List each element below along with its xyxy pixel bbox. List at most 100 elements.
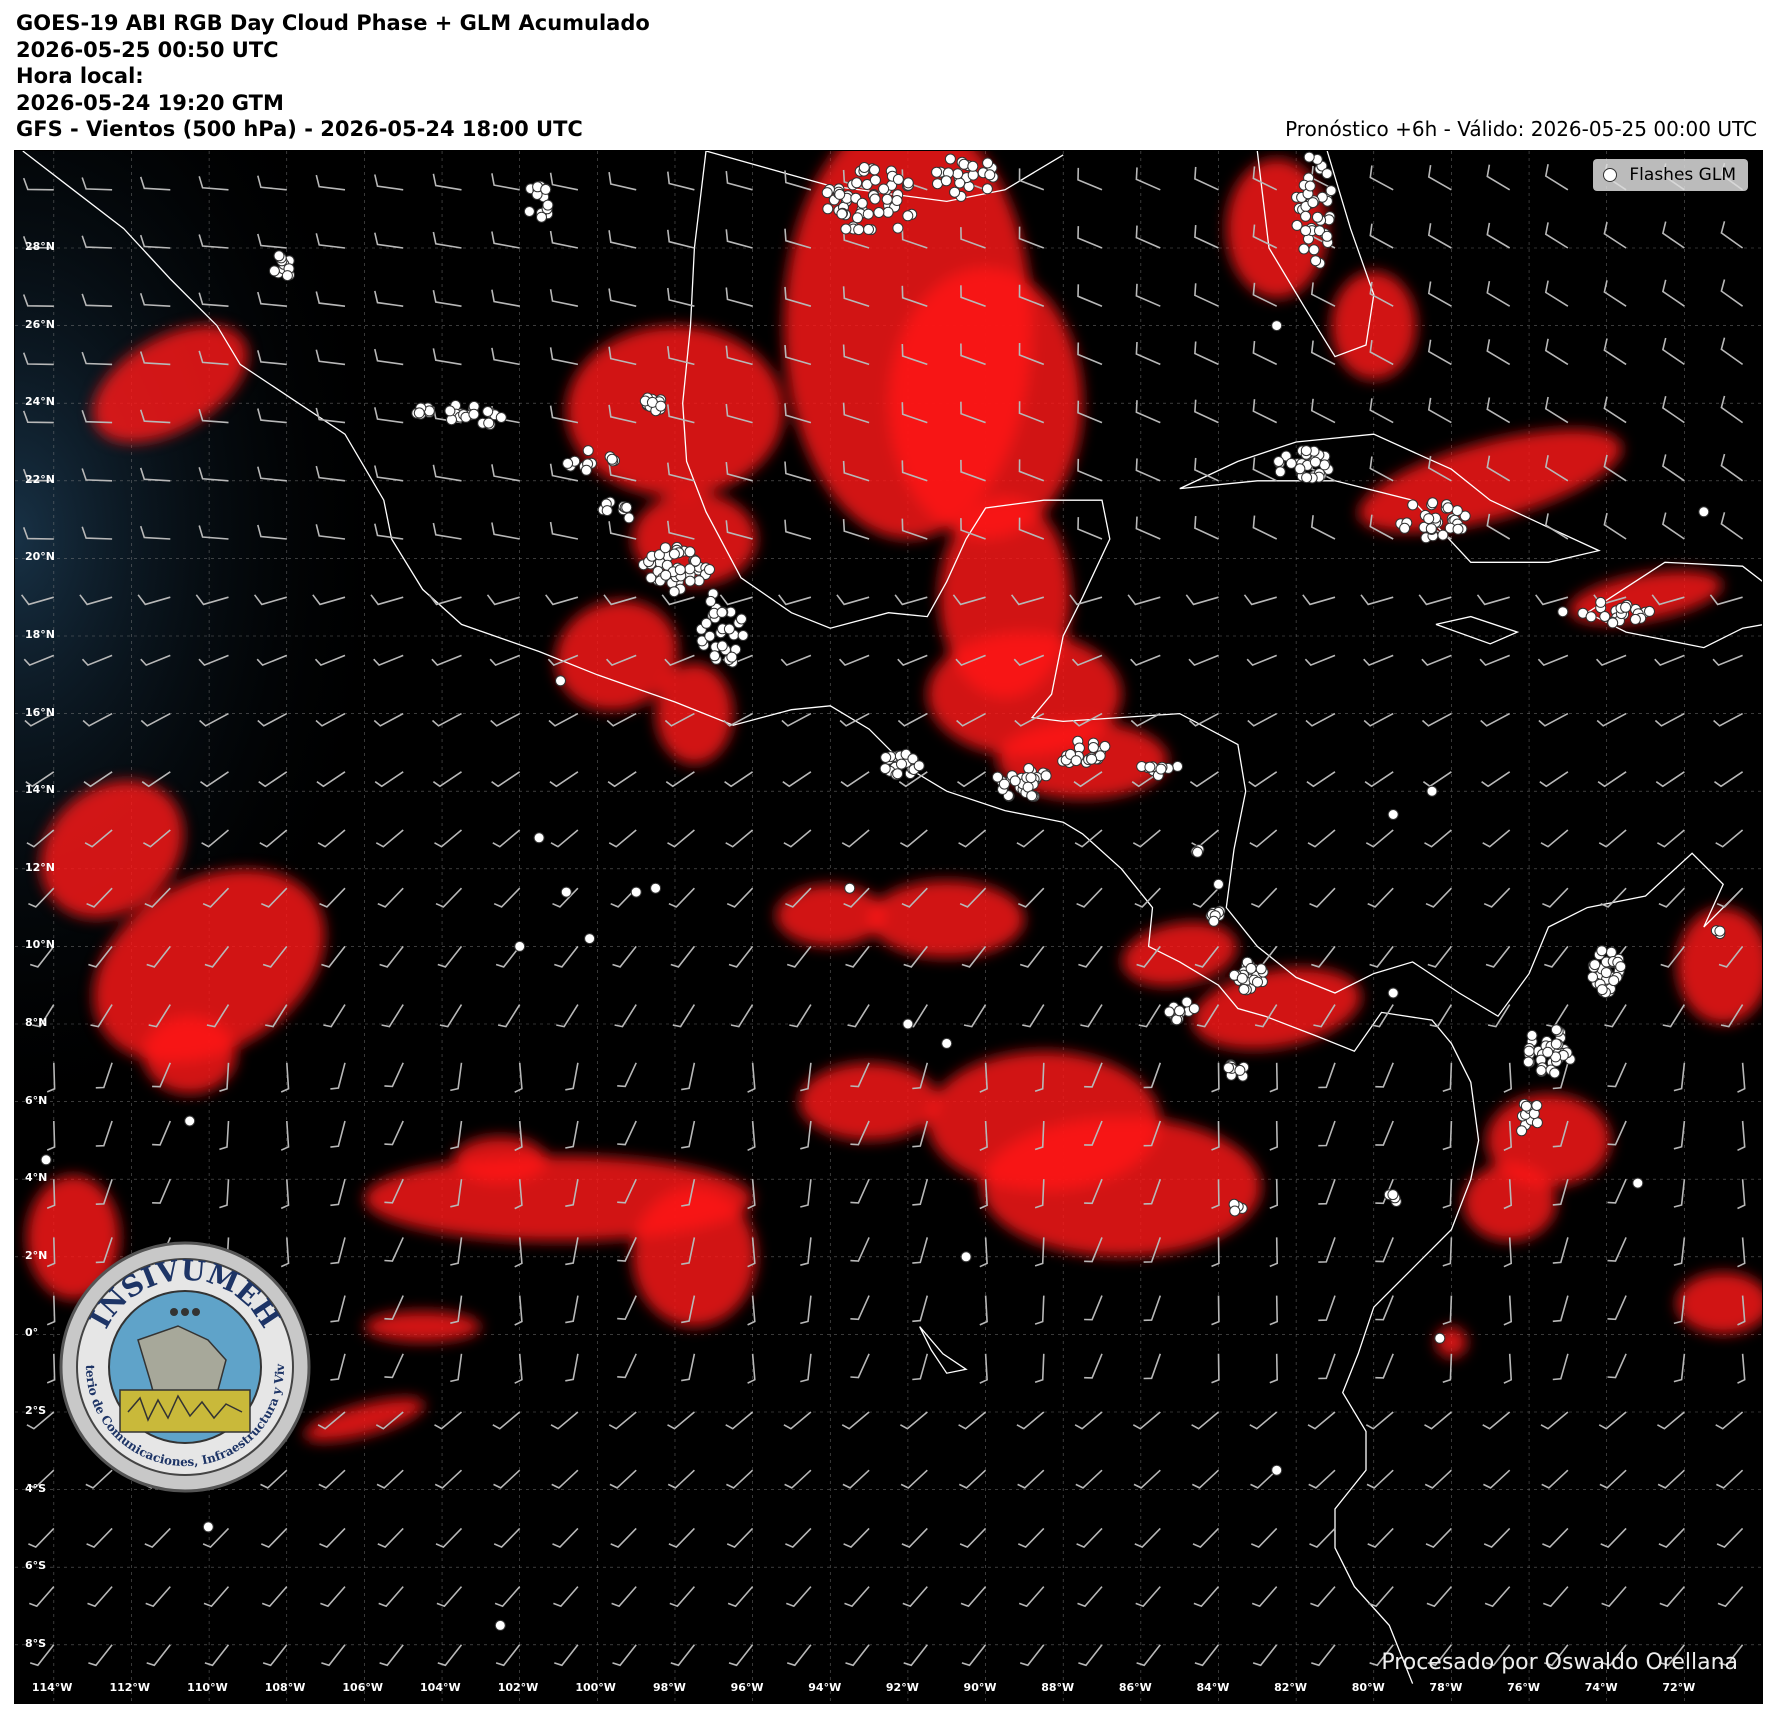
- glm-flash: [1387, 1189, 1399, 1201]
- cloud-cluster: [453, 1136, 547, 1184]
- lon-label: 90°W: [963, 1681, 997, 1694]
- glm-flash: [601, 505, 613, 517]
- glm-flash: [1300, 445, 1312, 457]
- glm-flash: [949, 186, 961, 198]
- glm-flash: [540, 183, 552, 195]
- glm-flash: [902, 177, 914, 189]
- glm-flash: [1245, 962, 1257, 974]
- glm-flash: [668, 548, 680, 560]
- glm-flash: [202, 1521, 214, 1533]
- glm-flash: [555, 675, 566, 687]
- glm-flash: [960, 1251, 972, 1263]
- lon-label: 82°W: [1274, 1681, 1308, 1694]
- glm-flash: [1070, 755, 1082, 767]
- glm-flash: [580, 464, 592, 476]
- cloud-cluster: [1331, 271, 1417, 380]
- glm-flash: [1223, 1062, 1234, 1074]
- glm-flash: [700, 617, 712, 629]
- glm-flash: [1629, 613, 1641, 625]
- glm-flash: [40, 1154, 52, 1166]
- lat-label: 28°N: [25, 240, 56, 253]
- glm-flash: [268, 265, 280, 277]
- glm-flash: [1526, 1029, 1538, 1041]
- lon-label: 106°W: [342, 1681, 383, 1694]
- glm-flash: [704, 630, 716, 642]
- glm-flash: [851, 177, 863, 189]
- glm-flash: [1229, 1205, 1241, 1217]
- lon-label: 110°W: [187, 1681, 228, 1694]
- glm-flash: [736, 613, 747, 625]
- glm-flash: [514, 940, 526, 952]
- cloud-cluster: [799, 1062, 939, 1141]
- glm-flash: [1620, 601, 1632, 613]
- glm-flash: [844, 882, 856, 894]
- lat-label: 16°N: [25, 705, 56, 719]
- glm-flash: [668, 586, 680, 598]
- glm-flash: [674, 564, 686, 576]
- glm-flash: [709, 650, 721, 662]
- lat-label: 18°N: [25, 628, 56, 641]
- glm-flash: [1407, 499, 1419, 511]
- cloud-cluster: [888, 267, 1083, 539]
- glm-flash: [1595, 596, 1607, 608]
- forecast-label: Pronóstico +6h - Válido: 2026-05-25 00:0…: [1285, 117, 1757, 141]
- glm-flash: [1303, 151, 1315, 163]
- glm-flash: [891, 195, 903, 206]
- glm-flash: [1557, 606, 1569, 618]
- glm-flash: [1442, 502, 1454, 514]
- glm-flash: [1310, 255, 1322, 267]
- glm-flash: [1271, 1464, 1283, 1476]
- lat-label: 26°N: [25, 317, 56, 331]
- glm-flash: [856, 197, 868, 209]
- glm-flash: [880, 752, 892, 763]
- glm-flash: [444, 405, 456, 417]
- glm-flash: [690, 555, 701, 567]
- glm-flash: [660, 569, 672, 581]
- glm-flash: [958, 158, 970, 170]
- glm-flash: [1607, 617, 1619, 629]
- glm-flash: [1188, 1003, 1200, 1015]
- credit: Procesado por Oswaldo Orellana: [1381, 1650, 1738, 1675]
- glm-flash: [1174, 1005, 1185, 1017]
- glm-flash: [693, 575, 705, 587]
- glm-flash: [1023, 763, 1035, 774]
- lon-label: 114°W: [31, 1681, 73, 1694]
- glm-flash: [998, 778, 1010, 790]
- glm-flash: [1234, 1064, 1246, 1076]
- glm-flash: [1587, 971, 1598, 983]
- glm-flash: [952, 168, 964, 180]
- glm-flash: [1632, 1177, 1644, 1189]
- glm-flash: [1192, 846, 1203, 858]
- glm-flash: [413, 407, 425, 419]
- glm-flash: [630, 886, 642, 898]
- glm-flash: [1585, 611, 1597, 623]
- lat-label: 2°S: [25, 1404, 47, 1417]
- glm-flash: [468, 408, 480, 420]
- lon-label: 74°W: [1584, 1681, 1618, 1694]
- glm-flash: [659, 542, 671, 554]
- glm-flash: [482, 406, 494, 417]
- glm-flash: [931, 166, 943, 178]
- glm-flash: [705, 595, 717, 607]
- lon-label: 94°W: [808, 1681, 842, 1694]
- glm-flash: [1520, 1100, 1532, 1112]
- glm-flash: [1171, 1014, 1183, 1026]
- glm-flash: [1608, 975, 1620, 987]
- glm-flash: [944, 153, 956, 165]
- glm-flash: [1399, 522, 1411, 534]
- glm-flash: [1542, 1046, 1554, 1058]
- glm-flash: [879, 763, 891, 775]
- glm-flash: [858, 162, 870, 173]
- glm-flash: [869, 193, 881, 205]
- lon-label: 102°W: [497, 1681, 539, 1694]
- glm-flash: [723, 623, 735, 635]
- glm-flash: [1535, 1065, 1547, 1076]
- insivumeh-logo: INSIVUMEH Ministerio de Comunicaciones, …: [51, 1229, 312, 1494]
- glm-flash: [726, 651, 738, 663]
- glm-flash: [822, 203, 834, 215]
- glm-flash: [704, 564, 715, 575]
- glm-flash: [1312, 211, 1323, 223]
- cloud-cluster: [1463, 1163, 1557, 1242]
- glm-flash: [1596, 945, 1608, 957]
- legend: Flashes GLM: [1593, 159, 1748, 191]
